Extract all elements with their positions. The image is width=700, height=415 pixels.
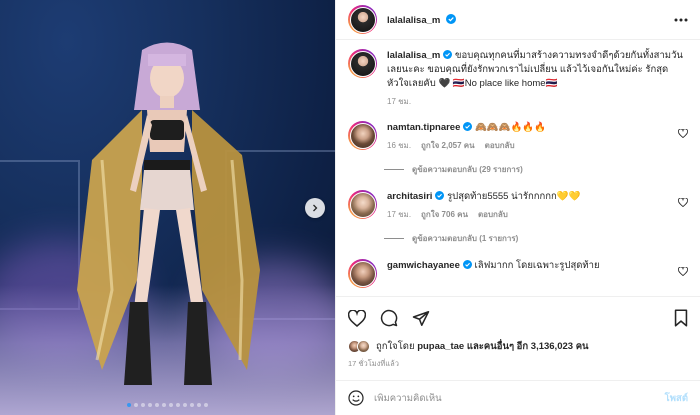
comment-icon[interactable] xyxy=(380,309,398,327)
more-options-icon[interactable] xyxy=(674,18,688,22)
heart-icon[interactable] xyxy=(348,309,366,327)
comment-meta: 16 ชม. ถูกใจ 2,057 คน ตอบกลับ xyxy=(387,139,660,153)
reply-button[interactable]: ตอบกลับ xyxy=(485,139,515,153)
caption-body: lalalalisa_m ขอบคุณทุกคนที่มาสร้างความทร… xyxy=(387,49,688,109)
post-side-panel: lalalalisa_m lalalalisa_m ขอบคุณทุกคนที่… xyxy=(335,0,700,415)
caption-username[interactable]: lalalalisa_m xyxy=(387,50,440,61)
post-dialog: lalalalisa_m lalalalisa_m ขอบคุณทุกคนที่… xyxy=(0,0,700,415)
verified-icon xyxy=(445,13,456,24)
heart-icon[interactable] xyxy=(678,129,688,138)
carousel-dot xyxy=(162,403,166,407)
comment-username[interactable]: namtan.tipnaree xyxy=(387,122,460,133)
comment-username[interactable]: gamwichayanee xyxy=(387,260,460,271)
post-header: lalalalisa_m xyxy=(336,0,700,40)
avatar xyxy=(349,6,376,33)
verified-icon xyxy=(435,191,445,200)
caption: lalalalisa_m ขอบคุณทุกคนที่มาสร้างความทร… xyxy=(348,49,688,109)
verified-icon xyxy=(463,122,473,131)
view-replies-label: ดูข้อความตอบกลับ (29 รายการ) xyxy=(412,165,523,174)
comment-content: namtan.tipnaree 🙈🙈🙈🔥🔥🔥 xyxy=(387,121,660,135)
comment-likes[interactable]: ถูกใจ 2,057 คน xyxy=(421,139,475,153)
carousel-dot xyxy=(155,403,159,407)
action-icon-row xyxy=(348,307,688,329)
view-replies-button[interactable]: ดูข้อความตอบกลับ (1 รายการ) xyxy=(384,232,688,245)
liker-username[interactable]: pupaa_tae xyxy=(417,341,464,352)
avatar xyxy=(349,122,376,149)
likes-summary: ถูกใจโดย pupaa_tae และคนอื่นๆ อีก 3,136,… xyxy=(348,339,688,354)
comment-content: architasiri รูปสุดท้าย5555 น่ารักกกกก💛💛 xyxy=(387,190,660,204)
divider xyxy=(384,169,404,170)
share-icon[interactable] xyxy=(412,310,430,327)
comment-text: 🙈🙈🙈🔥🔥🔥 xyxy=(475,122,547,133)
carousel-dot xyxy=(169,403,173,407)
emoji-icon[interactable] xyxy=(348,390,364,406)
carousel-dot xyxy=(127,403,131,407)
comment-meta: 17 ชม. ถูกใจ 706 คน ตอบกลับ xyxy=(387,208,660,222)
comment-avatar-ring[interactable] xyxy=(348,121,377,150)
avatar xyxy=(349,191,376,218)
likes-count: 3,136,023 xyxy=(530,341,574,352)
comment-avatar-ring[interactable] xyxy=(348,190,377,219)
comment-username[interactable]: architasiri xyxy=(387,191,432,202)
author-username-text: lalalalisa_m xyxy=(387,14,441,26)
likes-suffix: คน xyxy=(575,341,589,352)
comment-likes[interactable]: ถูกใจ 706 คน xyxy=(421,208,468,222)
comment-body: namtan.tipnaree 🙈🙈🙈🔥🔥🔥 16 ชม. ถูกใจ 2,05… xyxy=(387,121,660,153)
view-replies-label: ดูข้อความตอบกลับ (1 รายการ) xyxy=(412,234,519,243)
carousel-dot xyxy=(204,403,208,407)
comment-item: namtan.tipnaree 🙈🙈🙈🔥🔥🔥 16 ชม. ถูกใจ 2,05… xyxy=(348,121,688,153)
comment-avatar-ring[interactable] xyxy=(348,259,377,288)
likes-text: ถูกใจโดย pupaa_tae และคนอื่นๆ อีก 3,136,… xyxy=(376,339,589,354)
verified-icon xyxy=(462,260,472,269)
post-media[interactable] xyxy=(0,0,335,415)
comment-text: เลิฟมากก โดยเฉพาะรูปสุดท้าย xyxy=(474,260,600,271)
heart-icon[interactable] xyxy=(678,198,688,207)
carousel-dot xyxy=(176,403,180,407)
avatar xyxy=(349,50,376,77)
carousel-dot xyxy=(134,403,138,407)
reply-button[interactable]: ตอบกลับ xyxy=(478,208,508,222)
author-username[interactable]: lalalalisa_m xyxy=(387,13,456,26)
author-avatar-ring[interactable] xyxy=(348,5,377,34)
performer-figure xyxy=(77,42,260,385)
comment-time: 17 ชม. xyxy=(387,210,412,219)
verified-icon xyxy=(443,50,453,59)
carousel-indicator xyxy=(0,403,335,407)
caption-meta: 17 ชม. xyxy=(387,95,688,109)
divider xyxy=(384,238,404,239)
caption-content: lalalalisa_m ขอบคุณทุกคนที่มาสร้างความทร… xyxy=(387,49,688,91)
comment-time: 16 ชม. xyxy=(387,141,412,150)
caption-time: 17 ชม. xyxy=(387,97,412,106)
comments-list[interactable]: lalalalisa_m ขอบคุณทุกคนที่มาสร้างความทร… xyxy=(336,41,700,295)
avatar xyxy=(349,260,376,287)
bookmark-icon[interactable] xyxy=(674,309,688,327)
caption-avatar-ring[interactable] xyxy=(348,49,377,78)
comment-input[interactable] xyxy=(374,392,655,404)
carousel-dot xyxy=(183,403,187,407)
comment-item: architasiri รูปสุดท้าย5555 น่ารักกกกก💛💛 … xyxy=(348,190,688,222)
likes-prefix: ถูกใจโดย xyxy=(376,341,415,352)
view-replies-button[interactable]: ดูข้อความตอบกลับ (29 รายการ) xyxy=(384,163,688,176)
chevron-right-icon xyxy=(313,204,318,212)
liker-avatars xyxy=(348,340,370,353)
carousel-dot xyxy=(190,403,194,407)
comment-text: รูปสุดท้าย5555 น่ารักกกกก💛💛 xyxy=(447,191,581,202)
carousel-dot xyxy=(197,403,201,407)
post-comment-button[interactable]: โพสต์ xyxy=(665,391,688,406)
post-time: 17 ชั่วโมงที่แล้ว xyxy=(348,359,399,368)
comment-item: gamwichayanee เลิฟมากก โดยเฉพาะรูปสุดท้า… xyxy=(348,259,688,288)
carousel-dot xyxy=(148,403,152,407)
avatar xyxy=(357,340,370,353)
next-image-button[interactable] xyxy=(305,198,325,218)
post-actions: ถูกใจโดย pupaa_tae และคนอื่นๆ อีก 3,136,… xyxy=(336,296,700,370)
likes-others[interactable]: และคนอื่นๆ อีก 3,136,023 คน xyxy=(467,341,589,352)
comment-body: architasiri รูปสุดท้าย5555 น่ารักกกกก💛💛 … xyxy=(387,190,660,222)
comment-content: gamwichayanee เลิฟมากก โดยเฉพาะรูปสุดท้า… xyxy=(387,259,660,273)
comment-body: gamwichayanee เลิฟมากก โดยเฉพาะรูปสุดท้า… xyxy=(387,259,660,273)
carousel-dot xyxy=(141,403,145,407)
likes-middle: และคนอื่นๆ อีก xyxy=(466,341,529,352)
heart-icon[interactable] xyxy=(678,267,688,276)
add-comment-bar: โพสต์ xyxy=(336,380,700,415)
